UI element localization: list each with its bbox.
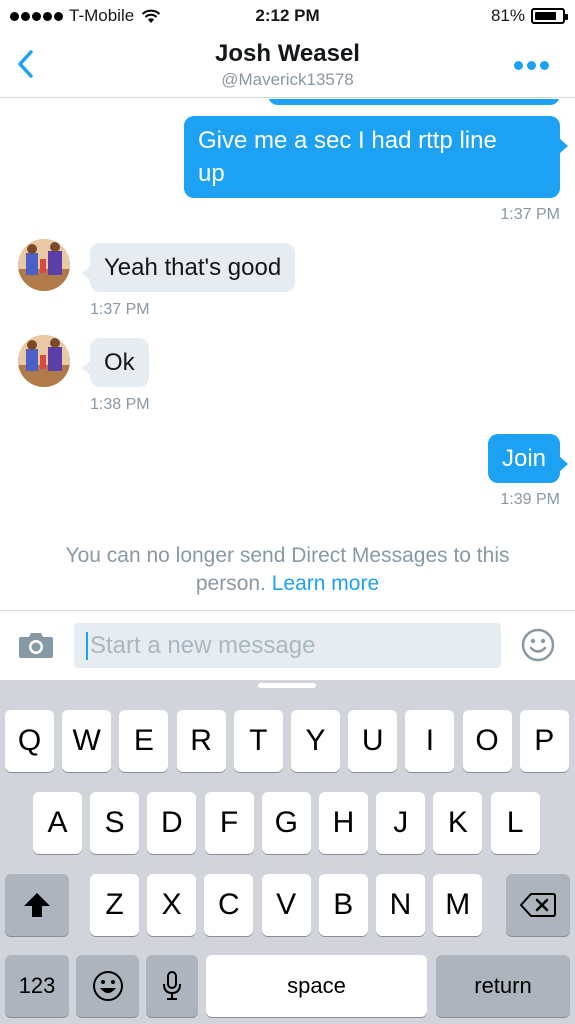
key-f[interactable]: F xyxy=(204,792,254,854)
status-bar: T-Mobile 2:12 PM 81% xyxy=(0,0,575,34)
key-t[interactable]: T xyxy=(233,710,283,772)
key-i[interactable]: I xyxy=(405,710,455,772)
message-text: Join xyxy=(501,445,546,472)
key-g[interactable]: G xyxy=(261,792,311,854)
camera-icon[interactable] xyxy=(18,631,54,659)
message-text-line: Give me a sec I had rttp line xyxy=(198,127,497,154)
message-timestamp: 1:39 PM xyxy=(500,491,560,508)
text-cursor xyxy=(86,631,88,660)
sent-message-bubble[interactable]: Give me a sec I had rttp line up xyxy=(184,116,568,198)
key-p[interactable]: P xyxy=(519,710,569,772)
status-right: 81% xyxy=(490,6,568,26)
key-c[interactable]: C xyxy=(204,874,254,936)
key-r[interactable]: R xyxy=(176,710,226,772)
key-x[interactable]: X xyxy=(147,874,197,936)
key-b[interactable]: B xyxy=(318,874,368,936)
key-h[interactable]: H xyxy=(319,792,368,854)
key-a[interactable]: A xyxy=(33,792,82,854)
dm-restriction-notice: You can no longer send Direct Messages t… xyxy=(30,542,545,598)
key-w[interactable]: W xyxy=(62,710,112,772)
key-v[interactable]: V xyxy=(261,874,311,936)
return-key[interactable]: return xyxy=(436,955,570,1017)
received-message-bubble[interactable]: Ok xyxy=(82,338,149,387)
key-j[interactable]: J xyxy=(376,792,426,854)
emoji-key[interactable] xyxy=(76,955,139,1017)
contact-avatar[interactable] xyxy=(18,239,70,291)
sent-message-bubble[interactable]: Join xyxy=(487,434,569,483)
learn-more-link[interactable]: Learn more xyxy=(272,572,379,595)
emoji-picker-icon[interactable] xyxy=(521,628,555,662)
key-o[interactable]: O xyxy=(462,710,512,772)
avatar-image xyxy=(18,239,70,291)
numbers-key[interactable]: 123 xyxy=(5,955,69,1017)
key-k[interactable]: K xyxy=(433,792,483,854)
shift-key[interactable] xyxy=(5,874,69,936)
contact-handle[interactable]: @Maverick13578 xyxy=(0,70,575,90)
delete-key[interactable] xyxy=(506,874,570,936)
key-z[interactable]: Z xyxy=(90,874,139,936)
key-e[interactable]: E xyxy=(119,710,169,772)
contact-name[interactable]: Josh Weasel xyxy=(0,40,575,68)
key-n[interactable]: N xyxy=(376,874,425,936)
onscreen-keyboard: QWERTYUIOP ASDFGHJKL ZXCVBNM 123 space ret… xyxy=(0,680,575,1024)
message-bubble-partial xyxy=(268,99,560,105)
key-l[interactable]: L xyxy=(490,792,540,854)
received-message-bubble[interactable]: Yeah that's good xyxy=(81,243,296,292)
key-d[interactable]: D xyxy=(147,792,197,854)
message-input-placeholder: Start a new message xyxy=(90,631,316,659)
key-u[interactable]: U xyxy=(348,710,398,772)
status-time: 2:12 PM xyxy=(255,6,320,25)
battery-percent: 81% xyxy=(490,6,525,25)
microphone-icon xyxy=(163,971,181,1000)
shift-arrow-icon xyxy=(24,893,50,917)
key-q[interactable]: Q xyxy=(5,710,54,772)
message-timestamp: 1:38 PM xyxy=(90,396,150,413)
key-s[interactable]: S xyxy=(90,792,140,854)
key-y[interactable]: Y xyxy=(291,710,340,772)
avatar-image xyxy=(18,335,70,387)
battery-icon xyxy=(531,8,568,24)
keyboard-grabber xyxy=(258,683,316,688)
message-text: Ok xyxy=(104,349,135,376)
message-list[interactable]: Give me a sec I had rttp line up 1:37 PM… xyxy=(0,99,575,609)
key-m[interactable]: M xyxy=(433,874,483,936)
message-composer: Start a new message xyxy=(0,610,575,680)
message-text-line: up xyxy=(198,160,225,187)
dictation-key[interactable] xyxy=(146,955,198,1017)
message-text: Yeah that's good xyxy=(104,254,282,281)
conversation-header: Josh Weasel @Maverick13578 xyxy=(0,34,575,98)
space-key[interactable]: space xyxy=(206,955,427,1017)
message-input[interactable]: Start a new message xyxy=(74,623,501,668)
emoji-face-icon xyxy=(92,971,123,1001)
contact-avatar[interactable] xyxy=(18,335,70,387)
message-timestamp: 1:37 PM xyxy=(500,206,560,223)
more-options-icon[interactable] xyxy=(514,61,549,70)
message-timestamp: 1:37 PM xyxy=(90,301,150,318)
backspace-icon xyxy=(520,893,556,917)
